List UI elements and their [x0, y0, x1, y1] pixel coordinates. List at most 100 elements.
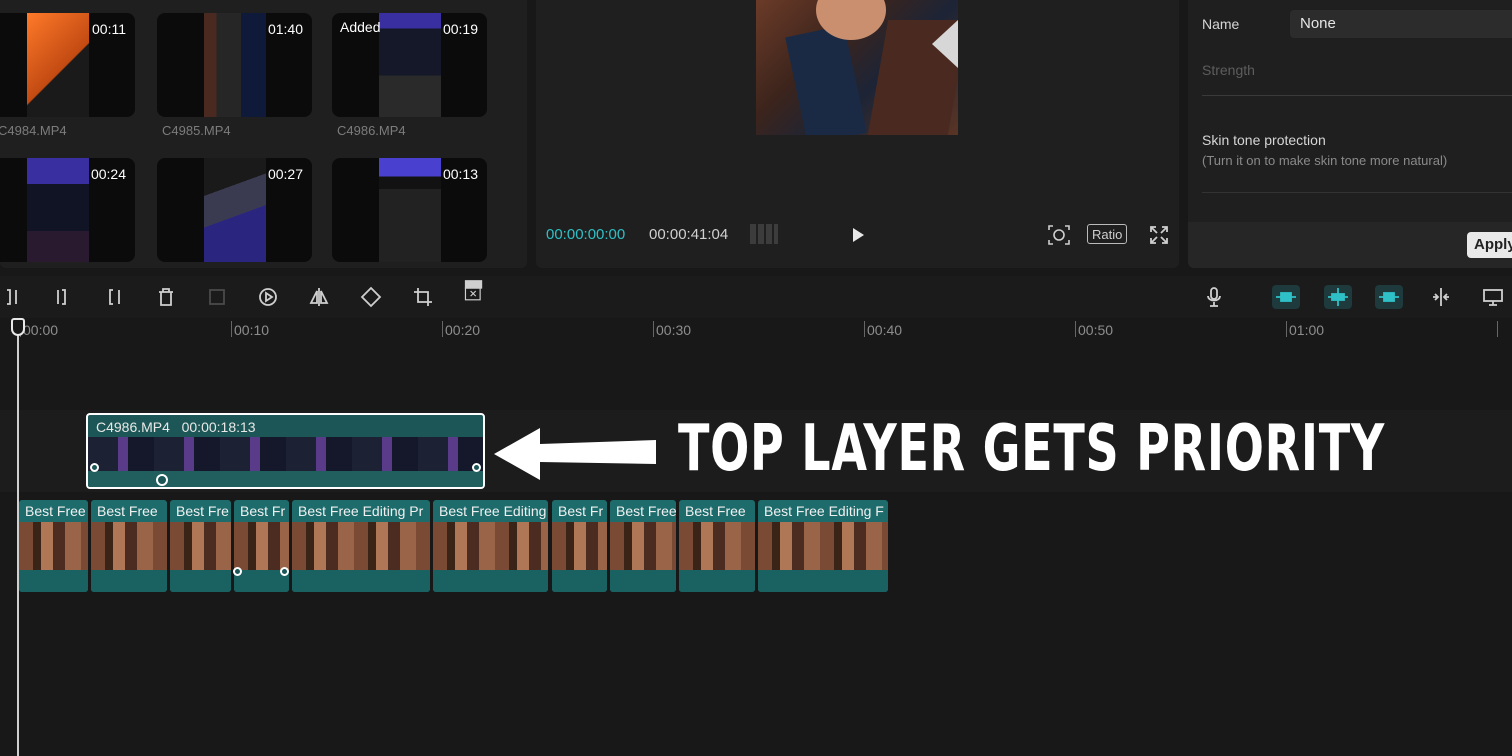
playhead-handle[interactable] [11, 318, 25, 336]
overlay-clip[interactable]: C4986.MP4 00:00:18:13 [86, 413, 485, 489]
media-thumbnail[interactable]: 00:11 [0, 13, 135, 117]
clip-title: Best Free [685, 503, 746, 519]
clip-title: Best Free Editing F [764, 503, 884, 519]
link-teal-icon [1276, 292, 1296, 302]
major-tick [653, 321, 654, 337]
playhead-line[interactable] [17, 330, 19, 756]
trim-handle-left[interactable] [233, 567, 242, 576]
tick-label: 00:00 [23, 322, 59, 338]
preview-object [785, 24, 867, 135]
duration-label: 00:19 [442, 21, 478, 37]
clip-title: Best Free Editing Pr [298, 503, 424, 519]
major-tick [1497, 321, 1498, 337]
tick-label: 00:50 [1078, 322, 1114, 338]
duration-label: 01:40 [267, 21, 303, 37]
main-track-clip[interactable]: Best Free [19, 500, 88, 592]
main-track-clip[interactable]: Best Free Editing Pr [292, 500, 430, 592]
name-field[interactable]: None [1290, 10, 1512, 38]
thumbnail-image [378, 13, 441, 117]
media-thumbnail[interactable]: 00:13 [332, 158, 487, 262]
play-button[interactable] [848, 225, 868, 245]
chain-teal-icon [1379, 292, 1399, 302]
mirror-button[interactable] [308, 286, 330, 308]
speed-button[interactable] [257, 286, 279, 308]
clip-audio-waveform [88, 471, 483, 487]
apply-button[interactable]: Apply [1467, 232, 1512, 258]
trim-right-button[interactable] [104, 286, 126, 308]
main-track-clip[interactable]: Best Fr [552, 500, 607, 592]
zoom-fit-button[interactable] [1482, 286, 1504, 308]
voice-effect-button[interactable] [464, 280, 492, 310]
major-tick [231, 321, 232, 337]
clip-audio-waveform [610, 570, 676, 592]
main-track-clip[interactable]: Best Free [679, 500, 755, 592]
main-track-clip[interactable]: Best Free [91, 500, 167, 592]
main-track-clip[interactable]: Best Free Editing [433, 500, 548, 592]
major-tick [1075, 321, 1076, 337]
clip-title: Best Free [616, 503, 676, 519]
media-thumbnail[interactable]: 00:24 [0, 158, 135, 262]
clip-filmstrip [234, 522, 289, 570]
clip-title: Best Free [25, 503, 86, 519]
tick-label: 00:30 [656, 322, 692, 338]
strength-slider[interactable] [1202, 95, 1512, 96]
preview-axis-button[interactable] [1430, 286, 1452, 308]
delete-button[interactable] [155, 286, 177, 308]
trim-handle-right[interactable] [472, 463, 481, 472]
record-audio-button[interactable] [1203, 286, 1225, 308]
clip-filmstrip [170, 522, 231, 570]
thumbnail-image [26, 13, 89, 117]
main-track-clip[interactable]: Best Free [610, 500, 676, 592]
ratio-button[interactable]: Ratio [1087, 224, 1128, 244]
freeze-frame-icon [209, 289, 225, 305]
arrow-left-icon [494, 428, 656, 480]
freeze-button[interactable] [206, 286, 228, 308]
volume-handle[interactable] [156, 474, 168, 486]
media-filename: C4986.MP4 [337, 123, 406, 138]
trim-handle-left[interactable] [90, 463, 99, 472]
split-button[interactable] [2, 286, 24, 308]
clip-duration: 00:00:18:13 [181, 419, 256, 435]
linkage-button[interactable] [1375, 285, 1403, 309]
clip-audio-waveform [292, 570, 430, 592]
thumbnail-image [26, 158, 89, 262]
trim-left-button[interactable] [52, 286, 74, 308]
total-timecode: 00:00:41:04 [649, 226, 729, 243]
video-preview [756, 0, 958, 135]
skin-tone-label: Skin tone protection [1202, 132, 1326, 148]
clip-audio-waveform [552, 570, 607, 592]
thumbnail-image [203, 13, 266, 117]
media-thumbnail[interactable]: 01:40 [157, 13, 312, 117]
media-thumbnail[interactable]: 00:27 [157, 158, 312, 262]
snap-teal-icon [1328, 288, 1348, 306]
strength-label: Strength [1202, 62, 1255, 78]
trim-left-icon [57, 289, 66, 305]
crop-button[interactable] [412, 286, 434, 308]
play-circle-icon [259, 288, 277, 306]
main-track-clip[interactable]: Best Fr [234, 500, 289, 592]
trim-handle-right[interactable] [280, 567, 289, 576]
thumbnail-image [203, 158, 266, 262]
clip-title: Best Fr [558, 503, 604, 519]
properties-footer [1188, 222, 1512, 268]
media-filename: C4985.MP4 [162, 123, 231, 138]
fullscreen-button[interactable] [1148, 224, 1170, 246]
main-track-clip[interactable]: Best Fre [170, 500, 231, 592]
rotate-icon [360, 286, 382, 308]
fit-view-button[interactable] [1047, 224, 1071, 246]
main-track-clip[interactable]: Best Free Editing F [758, 500, 888, 592]
clip-filmstrip [19, 522, 88, 570]
thumbnail-image [378, 158, 441, 262]
preview-object [932, 20, 958, 68]
auto-snapping-button[interactable] [1324, 285, 1352, 309]
clip-filmstrip [552, 522, 607, 570]
trash-icon [159, 288, 173, 306]
clip-title: Best Free Editing [439, 503, 547, 519]
timecode-grid-icon[interactable] [750, 224, 778, 244]
main-track-magnet-button[interactable] [1272, 285, 1300, 309]
clip-audio-waveform [19, 570, 88, 592]
tick-label: 00:40 [867, 322, 903, 338]
media-thumbnail[interactable]: Added 00:19 [332, 13, 487, 117]
time-ruler[interactable]: 00:00 00:10 00:20 00:30 00:40 00:50 01:0… [0, 318, 1512, 344]
rotate-button[interactable] [360, 286, 382, 308]
